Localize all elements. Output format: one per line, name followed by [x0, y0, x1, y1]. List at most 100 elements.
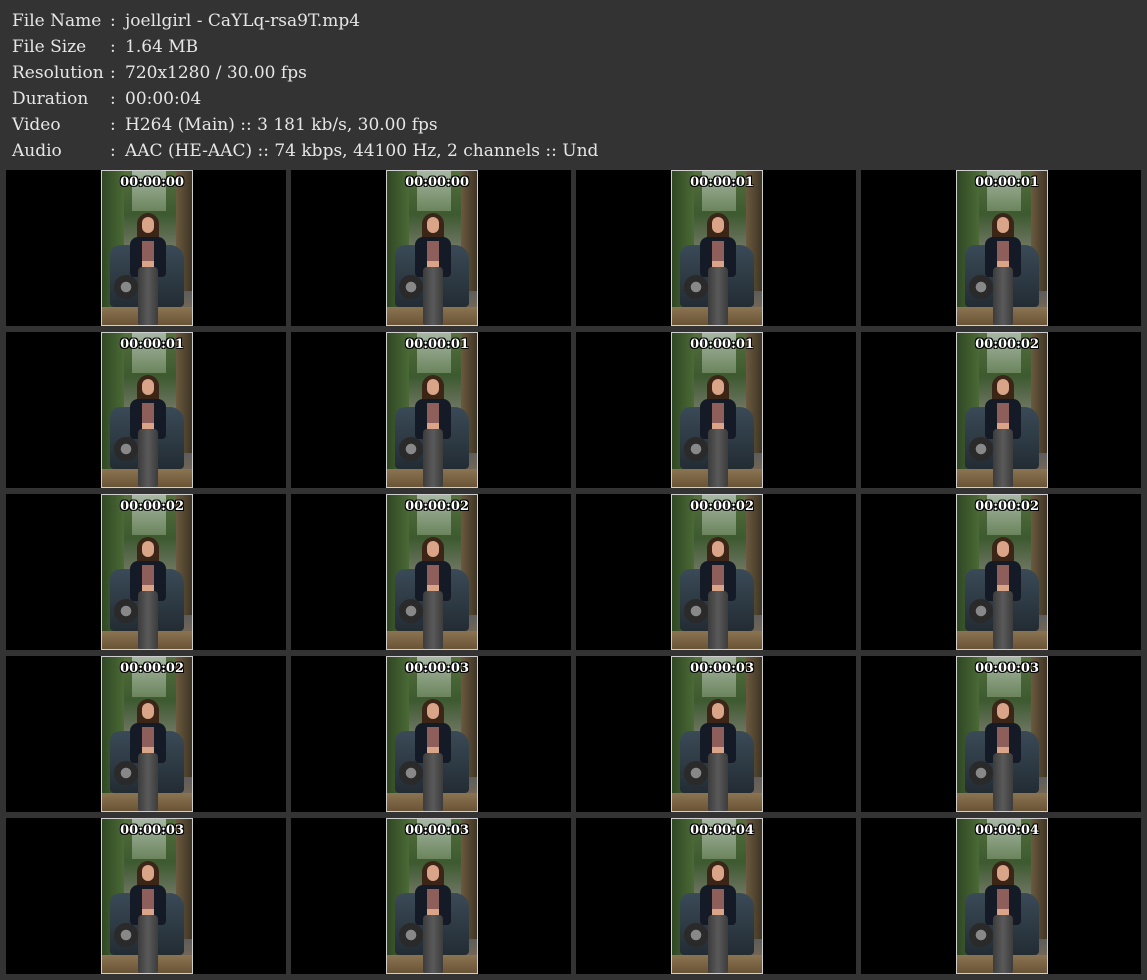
person-top: [712, 565, 724, 585]
person-face: [997, 541, 1009, 557]
vehicle-wheel: [969, 923, 993, 947]
info-value: 00:00:04: [125, 89, 202, 109]
thumbnail-cell[interactable]: 00:00:03: [291, 818, 571, 974]
person-face: [427, 703, 439, 719]
video-frame-thumbnail: 00:00:01: [956, 170, 1048, 326]
video-frame-thumbnail: 00:00:04: [956, 818, 1048, 974]
person-top: [427, 889, 439, 909]
person-top: [997, 727, 1009, 747]
person-face: [997, 379, 1009, 395]
info-label: File Size: [12, 37, 87, 57]
thumbnail-timestamp: 00:00:03: [405, 661, 469, 676]
person-legs: [138, 267, 158, 325]
video-frame-thumbnail: 00:00:04: [671, 818, 763, 974]
thumbnail-cell[interactable]: 00:00:03: [6, 818, 286, 974]
thumbnail-cell[interactable]: 00:00:02: [861, 332, 1141, 488]
video-frame-thumbnail: 00:00:01: [671, 332, 763, 488]
thumbnail-cell[interactable]: 00:00:01: [861, 170, 1141, 326]
thumbnail-cell[interactable]: 00:00:01: [576, 170, 856, 326]
vehicle-wheel: [969, 761, 993, 785]
vehicle-wheel: [969, 275, 993, 299]
info-label: Duration: [12, 89, 89, 109]
info-separator: :: [110, 11, 116, 31]
thumbnail-timestamp: 00:00:01: [405, 337, 469, 352]
person-legs: [423, 267, 443, 325]
thumbnail-timestamp: 00:00:02: [690, 499, 754, 514]
person-face: [142, 379, 154, 395]
vehicle-wheel: [684, 275, 708, 299]
thumbnail-cell[interactable]: 00:00:02: [6, 494, 286, 650]
thumbnail-cell[interactable]: 00:00:04: [861, 818, 1141, 974]
video-frame-thumbnail: 00:00:02: [956, 494, 1048, 650]
video-frame-thumbnail: 00:00:02: [671, 494, 763, 650]
thumbnail-cell[interactable]: 00:00:02: [291, 494, 571, 650]
person-face: [712, 217, 724, 233]
info-separator: :: [110, 115, 116, 135]
person-legs: [423, 915, 443, 973]
thumbnail-cell[interactable]: 00:00:03: [576, 656, 856, 812]
thumbnail-timestamp: 00:00:03: [405, 823, 469, 838]
vehicle-wheel: [114, 599, 138, 623]
thumbnail-cell[interactable]: 00:00:00: [6, 170, 286, 326]
info-label: Audio: [12, 141, 62, 161]
person-face: [997, 865, 1009, 881]
vehicle-wheel: [969, 437, 993, 461]
info-label: Resolution: [12, 63, 104, 83]
person-legs: [708, 753, 728, 811]
thumbnail-cell[interactable]: 00:00:03: [291, 656, 571, 812]
thumbnail-cell[interactable]: 00:00:02: [6, 656, 286, 812]
video-frame-thumbnail: 00:00:01: [671, 170, 763, 326]
person-legs: [138, 429, 158, 487]
video-frame-thumbnail: 00:00:03: [956, 656, 1048, 812]
thumbnail-cell[interactable]: 00:00:02: [576, 494, 856, 650]
info-row-file-name: File Name: joellgirl - CaYLq-rsa9T.mp4: [12, 8, 598, 34]
info-label: File Name: [12, 11, 102, 31]
person-face: [997, 703, 1009, 719]
video-frame-thumbnail: 00:00:03: [386, 818, 478, 974]
person-legs: [993, 267, 1013, 325]
thumbnail-cell[interactable]: 00:00:01: [576, 332, 856, 488]
info-value: joellgirl - CaYLq-rsa9T.mp4: [125, 11, 361, 31]
info-value: AAC (HE-AAC) :: 74 kbps, 44100 Hz, 2 cha…: [125, 141, 599, 161]
person-face: [427, 865, 439, 881]
thumbnail-timestamp: 00:00:01: [120, 337, 184, 352]
person-top: [142, 727, 154, 747]
vehicle-wheel: [399, 923, 423, 947]
info-value: 1.64 MB: [125, 37, 199, 57]
person-top: [997, 889, 1009, 909]
person-top: [712, 889, 724, 909]
thumbnail-cell[interactable]: 00:00:01: [6, 332, 286, 488]
person-top: [427, 727, 439, 747]
info-label: Video: [12, 115, 61, 135]
person-top: [997, 241, 1009, 261]
thumbnail-timestamp: 00:00:04: [975, 823, 1039, 838]
video-frame-thumbnail: 00:00:02: [956, 332, 1048, 488]
thumbnail-cell[interactable]: 00:00:00: [291, 170, 571, 326]
video-frame-thumbnail: 00:00:02: [386, 494, 478, 650]
person-face: [712, 703, 724, 719]
thumbnail-timestamp: 00:00:02: [120, 499, 184, 514]
info-row-file-size: File Size:1.64 MB: [12, 34, 598, 60]
video-frame-thumbnail: 00:00:01: [101, 332, 193, 488]
info-row-resolution: Resolution:720x1280 / 30.00 fps: [12, 60, 598, 86]
person-legs: [138, 591, 158, 649]
video-frame-thumbnail: 00:00:01: [386, 332, 478, 488]
thumbnail-cell[interactable]: 00:00:04: [576, 818, 856, 974]
thumbnail-timestamp: 00:00:02: [975, 499, 1039, 514]
person-face: [712, 541, 724, 557]
thumbnail-cell[interactable]: 00:00:01: [291, 332, 571, 488]
person-face: [142, 703, 154, 719]
info-row-duration: Duration:00:00:04: [12, 86, 598, 112]
person-face: [427, 217, 439, 233]
person-legs: [708, 591, 728, 649]
person-face: [427, 541, 439, 557]
info-separator: :: [110, 37, 116, 57]
person-face: [142, 541, 154, 557]
thumbnail-cell[interactable]: 00:00:03: [861, 656, 1141, 812]
vehicle-wheel: [684, 599, 708, 623]
thumbnail-cell[interactable]: 00:00:02: [861, 494, 1141, 650]
person-top: [142, 403, 154, 423]
thumbnail-timestamp: 00:00:04: [690, 823, 754, 838]
person-face: [142, 865, 154, 881]
vehicle-wheel: [114, 437, 138, 461]
